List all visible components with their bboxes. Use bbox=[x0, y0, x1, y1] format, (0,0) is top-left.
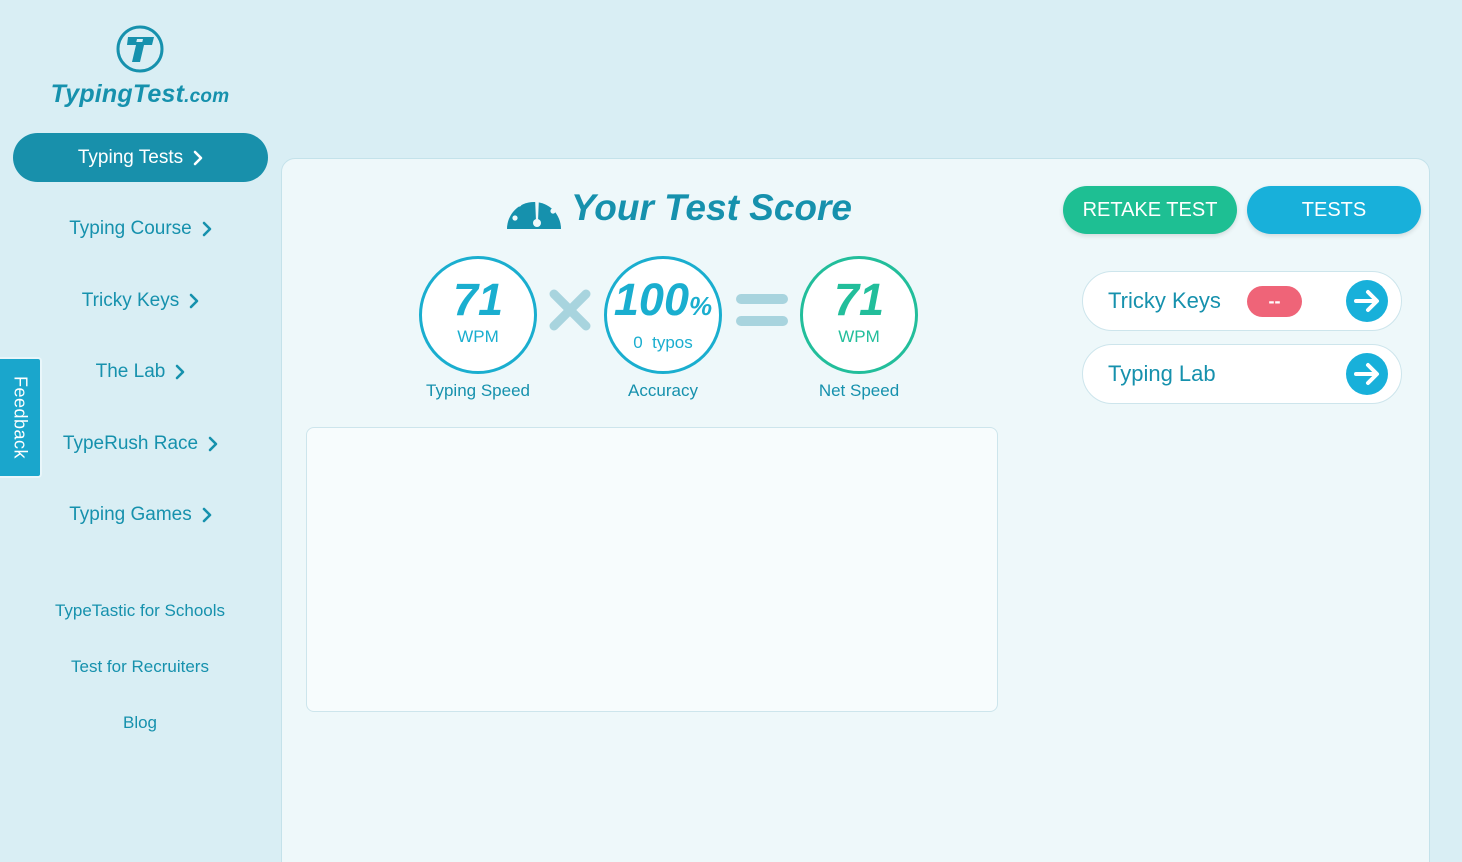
net-speed-caption: Net Speed bbox=[818, 381, 900, 400]
link-blog[interactable]: Blog bbox=[0, 713, 280, 733]
link-typetastic-schools[interactable]: TypeTastic for Schools bbox=[0, 601, 280, 621]
nav-item-label: Typing Course bbox=[69, 217, 192, 239]
net-speed-circle: 71 WPM bbox=[800, 256, 918, 374]
nav-item-typing-course[interactable]: Typing Course bbox=[13, 204, 268, 253]
gauge-icon bbox=[507, 193, 561, 229]
nav-item-label: Typing Tests bbox=[77, 146, 184, 168]
nav-item-label: The Lab bbox=[95, 360, 166, 382]
arrow-right-circle-icon[interactable] bbox=[1346, 353, 1388, 395]
net-speed-value: 71 bbox=[833, 274, 885, 325]
feedback-tab[interactable]: Feedback bbox=[0, 357, 42, 478]
chevron-right-icon bbox=[193, 150, 203, 165]
typing-speed-caption: Typing Speed bbox=[426, 381, 530, 400]
accuracy-value: 100 bbox=[613, 274, 689, 325]
sidebar: TypingTest.com Typing Tests Typing Cours… bbox=[0, 0, 280, 862]
arrow-right-circle-icon[interactable] bbox=[1346, 280, 1388, 322]
chevron-right-icon bbox=[202, 221, 212, 236]
typing-speed-circle: 71 WPM bbox=[419, 256, 537, 374]
net-speed-unit: WPM bbox=[838, 327, 880, 346]
score-title: Your Test Score bbox=[571, 187, 853, 228]
chevron-right-icon bbox=[176, 364, 185, 379]
logo-icon bbox=[116, 25, 164, 73]
nav-item-label: TypeRush Race bbox=[62, 432, 199, 454]
results-content-box bbox=[306, 427, 998, 712]
nav-item-the-lab[interactable]: The Lab bbox=[13, 347, 268, 396]
retake-test-button[interactable]: RETAKE TEST bbox=[1063, 186, 1237, 234]
chevron-right-icon bbox=[208, 436, 218, 451]
accuracy-percent: % bbox=[688, 291, 713, 321]
tricky-keys-badge: -- bbox=[1247, 286, 1302, 317]
tricky-keys-card-label: Tricky Keys bbox=[1108, 288, 1221, 313]
nav-item-label: Tricky Keys bbox=[81, 289, 180, 311]
accuracy-circle: 100% 0 typos bbox=[604, 256, 722, 374]
typing-speed-value: 71 bbox=[452, 274, 504, 325]
tricky-keys-card[interactable]: Tricky Keys -- bbox=[1082, 271, 1402, 331]
typing-test-results-page: TypingTest.com Typing Tests Typing Cours… bbox=[0, 0, 1462, 862]
nav-item-label: Typing Games bbox=[69, 503, 192, 525]
chevron-right-icon bbox=[189, 293, 199, 308]
chevron-right-icon bbox=[202, 507, 212, 522]
typing-speed-unit: WPM bbox=[457, 327, 499, 346]
tests-button[interactable]: TESTS bbox=[1247, 186, 1421, 234]
score-heading: Your Test Score bbox=[505, 181, 852, 235]
accuracy-caption: Accuracy bbox=[628, 381, 698, 400]
accuracy-value-wrap: 100% bbox=[607, 277, 719, 329]
logo-text: TypingTest.com bbox=[50, 80, 230, 108]
nav-item-typing-tests[interactable]: Typing Tests bbox=[13, 133, 268, 182]
logo[interactable]: TypingTest.com bbox=[0, 24, 280, 109]
equals-icon bbox=[736, 294, 788, 326]
nav-item-typerush-race[interactable]: TypeRush Race bbox=[13, 419, 268, 468]
feedback-label: Feedback bbox=[10, 375, 31, 460]
typos-count: 0 typos bbox=[633, 333, 693, 352]
nav-item-tricky-keys[interactable]: Tricky Keys bbox=[13, 276, 268, 325]
nav-item-typing-games[interactable]: Typing Games bbox=[13, 490, 268, 539]
typing-lab-card-label: Typing Lab bbox=[1108, 361, 1216, 386]
times-icon bbox=[549, 289, 591, 331]
link-test-recruiters[interactable]: Test for Recruiters bbox=[0, 657, 280, 677]
typing-lab-card[interactable]: Typing Lab bbox=[1082, 344, 1402, 404]
results-panel: Your Test Score 71 WPM Typing Speed 100%… bbox=[281, 158, 1430, 862]
